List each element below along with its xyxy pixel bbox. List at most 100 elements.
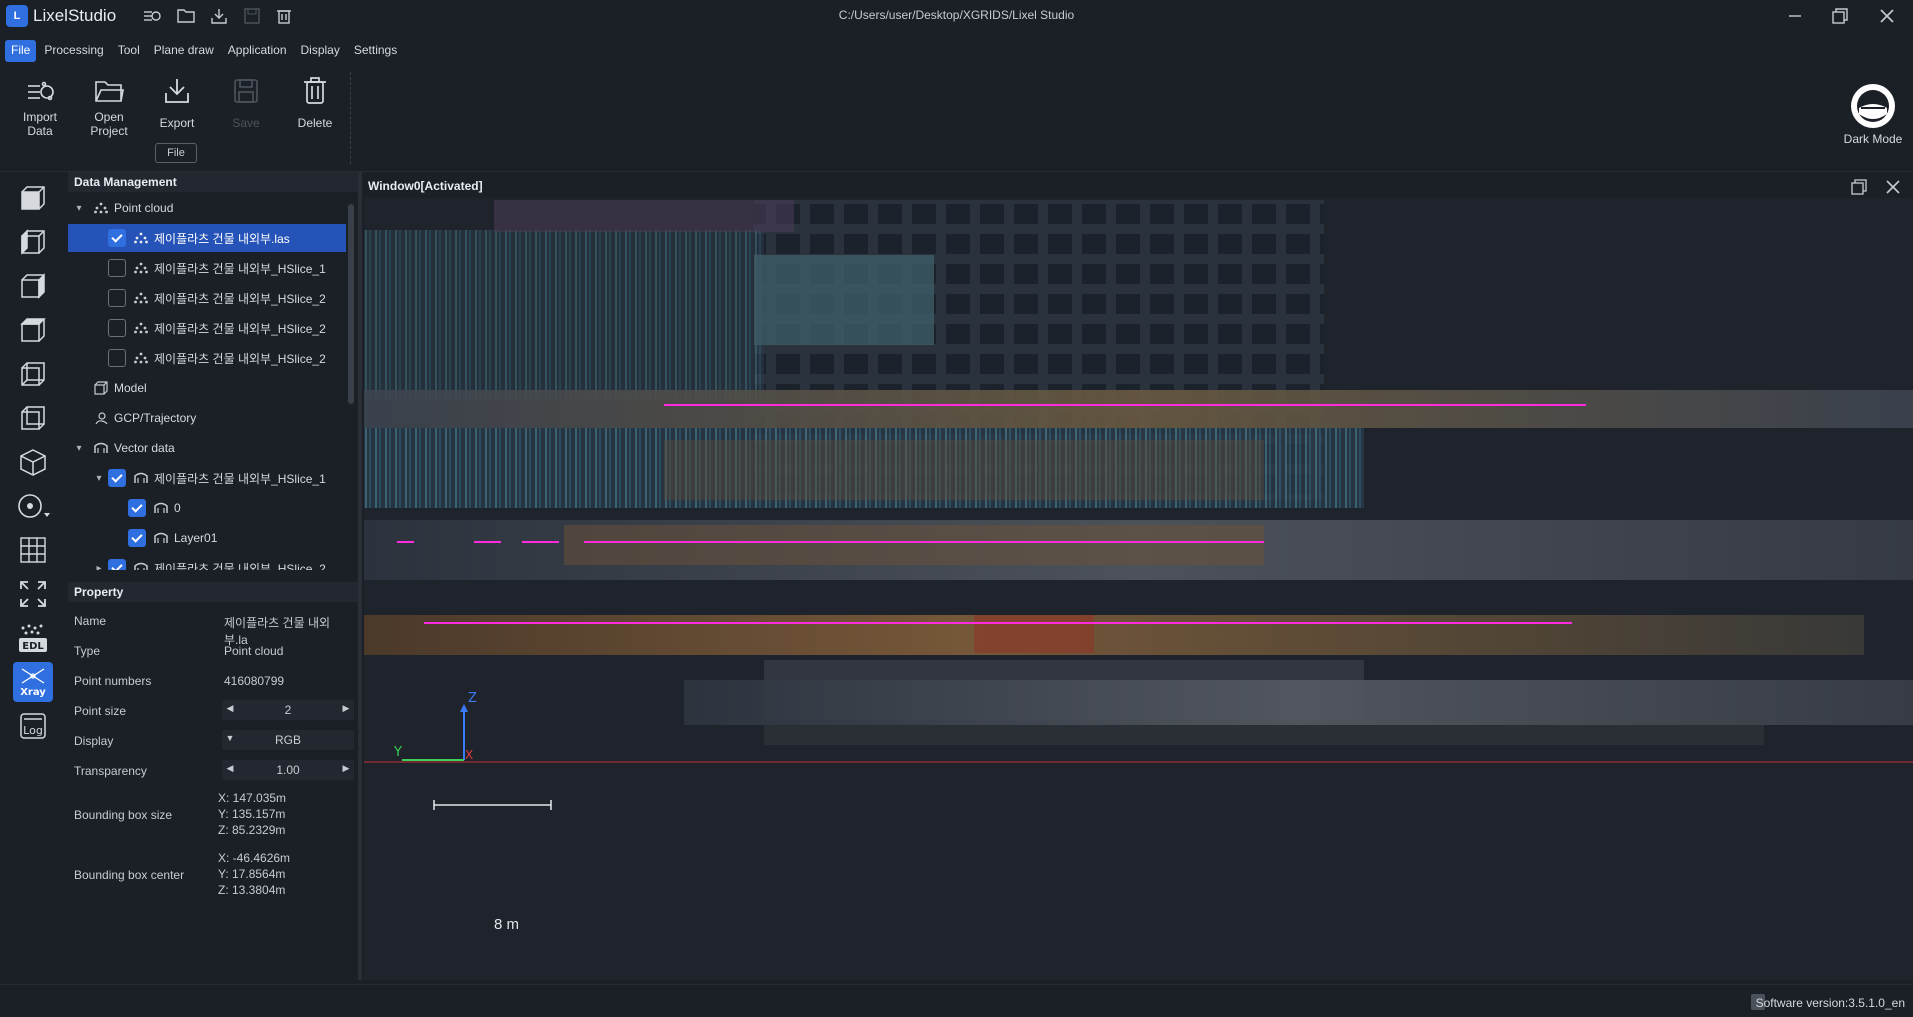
log-button[interactable]: Log	[13, 706, 53, 746]
menu-display[interactable]: Display	[295, 40, 346, 62]
property-key: Point size	[74, 704, 127, 718]
tree-node-layer[interactable]: Layer01	[68, 524, 346, 552]
decrement-icon[interactable]: ◀	[224, 703, 236, 714]
property-key: Bounding box size	[74, 808, 173, 822]
menu-bar: File Processing Tool Plane draw Applicat…	[0, 40, 403, 62]
fit-view-button[interactable]	[13, 574, 53, 614]
tree-node-vector-file[interactable]: ▾ 제이플라츠 건물 내외부_HSlice_1	[68, 464, 346, 492]
render-layer	[364, 230, 764, 400]
tree-node-file[interactable]: 제이플라츠 건물 내외부.las	[68, 224, 346, 252]
gcp-trajectory-icon	[92, 411, 110, 425]
menu-plane-draw[interactable]: Plane draw	[148, 40, 220, 62]
property-key: Display	[74, 734, 114, 748]
tree-node-file[interactable]: 제이플라츠 건물 내외부_HSlice_1	[68, 254, 346, 282]
visibility-checkbox[interactable]	[108, 319, 126, 337]
menu-file[interactable]: File	[5, 40, 37, 62]
import-data-label: Import Data	[22, 110, 57, 138]
perspective-view-button[interactable]	[13, 442, 53, 482]
visibility-checkbox[interactable]	[128, 499, 146, 517]
visibility-checkbox[interactable]	[108, 349, 126, 367]
panel-splitter[interactable]	[358, 172, 362, 980]
tree-node-label: Layer01	[174, 531, 218, 545]
right-view-button[interactable]	[13, 266, 53, 306]
render-layer	[974, 615, 1094, 653]
point-cloud-icon	[132, 351, 150, 365]
tree-node-file[interactable]: 제이플라츠 건물 내외부_HSlice_2	[68, 314, 346, 342]
svg-text:Xray: Xray	[20, 687, 46, 698]
render-layer	[764, 725, 1764, 745]
ribbon-toolbar: Import Data Open Project Export Save Del…	[0, 64, 1913, 172]
property-value: Z: 13.3804m	[218, 883, 286, 897]
property-key: Type	[74, 644, 101, 658]
visibility-checkbox[interactable]	[108, 289, 126, 307]
visibility-checkbox[interactable]	[108, 469, 126, 487]
xray-button[interactable]: Xray	[13, 662, 53, 702]
menu-settings[interactable]: Settings	[348, 40, 403, 62]
cube-back-icon	[21, 406, 45, 430]
tree-node-label: 제이플라츠 건물 내외부_HSlice_2	[154, 291, 326, 306]
tree-node-file[interactable]: 제이플라츠 건물 내외부_HSlice_2	[68, 344, 346, 372]
menu-processing[interactable]: Processing	[38, 40, 109, 62]
display-select[interactable]: ▼ RGB	[222, 730, 354, 750]
xray-icon: Xray	[20, 668, 46, 698]
visibility-checkbox[interactable]	[108, 229, 126, 247]
increment-icon[interactable]: ▶	[340, 763, 352, 774]
import-data-button[interactable]: Import Data	[10, 72, 70, 138]
menu-application[interactable]: Application	[222, 40, 293, 62]
visibility-checkbox[interactable]	[108, 259, 126, 277]
save-button: Save	[216, 72, 276, 130]
open-project-button[interactable]: Open Project	[79, 72, 139, 138]
tree-node-label: 제이플라츠 건물 내외부_HSlice_2	[154, 351, 326, 366]
vector-icon	[92, 441, 110, 455]
scale-label: 8 m	[494, 916, 520, 933]
render-layer	[494, 200, 794, 232]
front-view-button[interactable]	[13, 178, 53, 218]
tree-node-point-cloud[interactable]: ▾ Point cloud	[68, 194, 346, 222]
dark-mode-label: Dark Mode	[1843, 132, 1903, 146]
restore-icon[interactable]	[1825, 3, 1855, 29]
chevron-right-icon[interactable]: ▸	[92, 563, 106, 571]
bottom-view-button[interactable]	[13, 354, 53, 394]
decrement-icon[interactable]: ◀	[224, 763, 236, 774]
split-window-icon[interactable]	[1850, 178, 1868, 196]
display-value: RGB	[274, 733, 301, 747]
close-icon[interactable]	[1872, 3, 1902, 29]
svg-text:EDL: EDL	[22, 641, 44, 652]
point-cloud-render[interactable]: Z Y X	[364, 200, 1913, 980]
dark-mode-icon	[1851, 84, 1895, 128]
visibility-checkbox[interactable]	[128, 529, 146, 547]
minimize-icon[interactable]	[1780, 3, 1810, 29]
chevron-down-icon[interactable]: ▾	[92, 473, 106, 484]
close-window-icon[interactable]	[1884, 178, 1902, 196]
tree-node-gcp[interactable]: GCP/Trajectory	[68, 404, 346, 432]
tree-node-label: 제이플라츠 건물 내외부_HSlice_1	[154, 471, 326, 486]
export-button[interactable]: Export	[147, 72, 207, 130]
perspective-cube-icon	[20, 449, 46, 476]
chevron-down-icon[interactable]: ▾	[72, 203, 86, 214]
tree-node-file[interactable]: 제이플라츠 건물 내외부_HSlice_2	[68, 284, 346, 312]
transparency-stepper[interactable]: ◀ 1.00 ▶	[222, 760, 354, 780]
grid-button[interactable]	[13, 530, 53, 570]
visibility-checkbox[interactable]	[108, 559, 126, 570]
tree-scrollbar[interactable]	[348, 204, 354, 404]
import-data-icon	[10, 72, 70, 110]
chevron-down-icon[interactable]: ▾	[72, 443, 86, 454]
point-size-stepper[interactable]: ◀ 2 ▶	[222, 700, 354, 720]
edl-button[interactable]: EDL	[13, 618, 53, 658]
tree-node-layer[interactable]: 0	[68, 494, 346, 522]
dark-mode-toggle[interactable]: Dark Mode	[1836, 84, 1910, 146]
tree-node-label: GCP/Trajectory	[114, 411, 197, 425]
data-management-title: Data Management	[68, 172, 358, 192]
point-target-button[interactable]	[13, 486, 53, 526]
top-view-button[interactable]	[13, 310, 53, 350]
tree-node-vector-data[interactable]: ▾ Vector data	[68, 434, 346, 462]
3d-viewport[interactable]: Window0[Activated] Z Y X 8 m	[364, 174, 1913, 980]
tree-node-vector-file[interactable]: ▸ 제이플라츠 건물 내외부_HSlice_2	[68, 554, 346, 570]
fullscreen-icon	[20, 581, 46, 607]
menu-tool[interactable]: Tool	[112, 40, 146, 62]
tree-node-model[interactable]: Model	[68, 374, 346, 402]
back-view-button[interactable]	[13, 398, 53, 438]
delete-button[interactable]: Delete	[285, 72, 345, 130]
increment-icon[interactable]: ▶	[340, 703, 352, 714]
left-view-button[interactable]	[13, 222, 53, 262]
